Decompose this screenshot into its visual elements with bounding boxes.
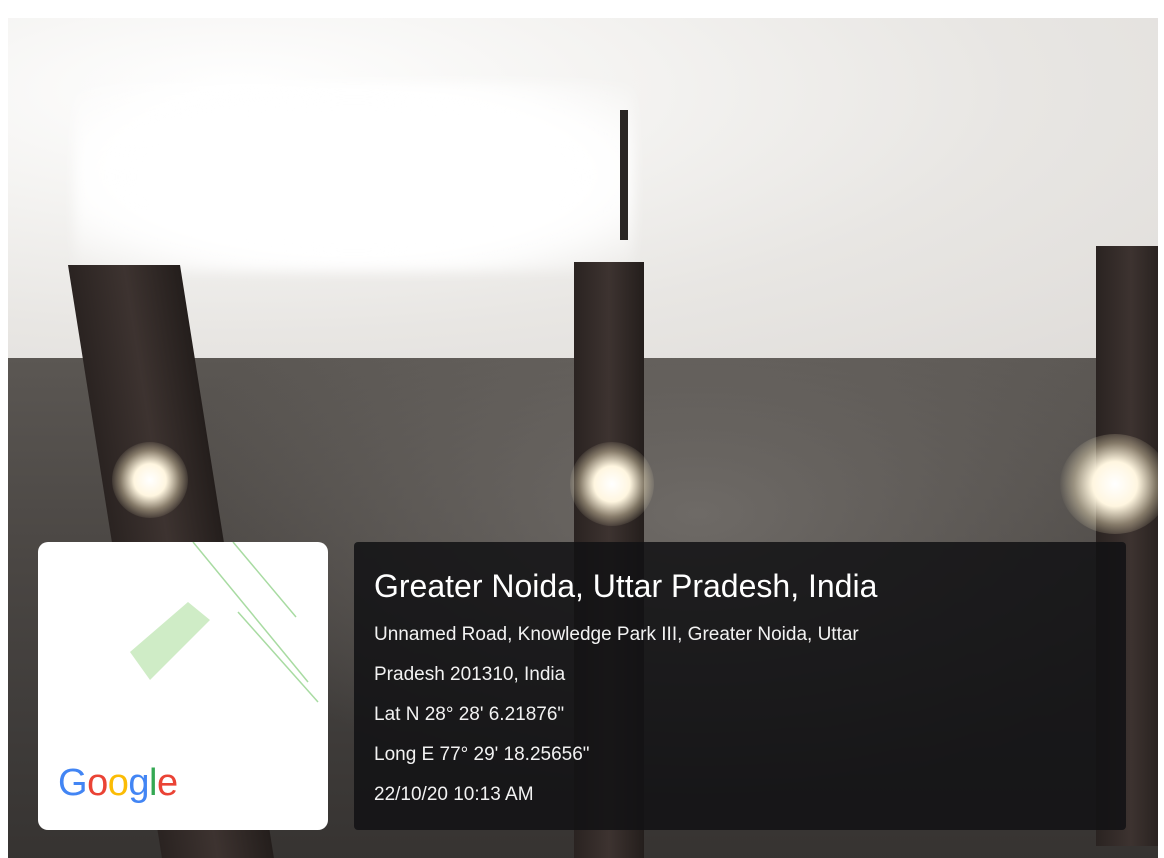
google-logo: Google (58, 762, 178, 805)
google-logo-letter: o (107, 762, 129, 804)
light-fixture-edge (620, 110, 628, 240)
google-logo-letter: g (128, 762, 149, 804)
map-road-3 (237, 611, 319, 703)
latitude-text: Lat N 28° 28' 6.21876" (374, 704, 565, 725)
location-info-panel: Greater Noida, Uttar Pradesh, India Unna… (354, 542, 1126, 830)
map-road-2 (232, 542, 297, 618)
spotlight-center (570, 442, 654, 526)
longitude-text: Long E 77° 29' 18.25656" (374, 744, 590, 765)
map-building (130, 602, 210, 680)
address-line-1: Unnamed Road, Knowledge Park III, Greate… (374, 624, 859, 645)
google-logo-letter: o (87, 762, 108, 804)
spotlight-left (112, 442, 188, 518)
google-logo-letter: G (58, 762, 88, 804)
address-line-2: Pradesh 201310, India (374, 664, 566, 685)
google-logo-letter: l (148, 762, 157, 804)
timestamp-text: 22/10/20 10:13 AM (374, 784, 534, 805)
google-logo-letter: e (156, 762, 178, 804)
ceiling-light-fixture (74, 82, 634, 272)
map-thumbnail[interactable]: Google (38, 542, 328, 830)
location-title: Greater Noida, Uttar Pradesh, India (374, 568, 878, 604)
